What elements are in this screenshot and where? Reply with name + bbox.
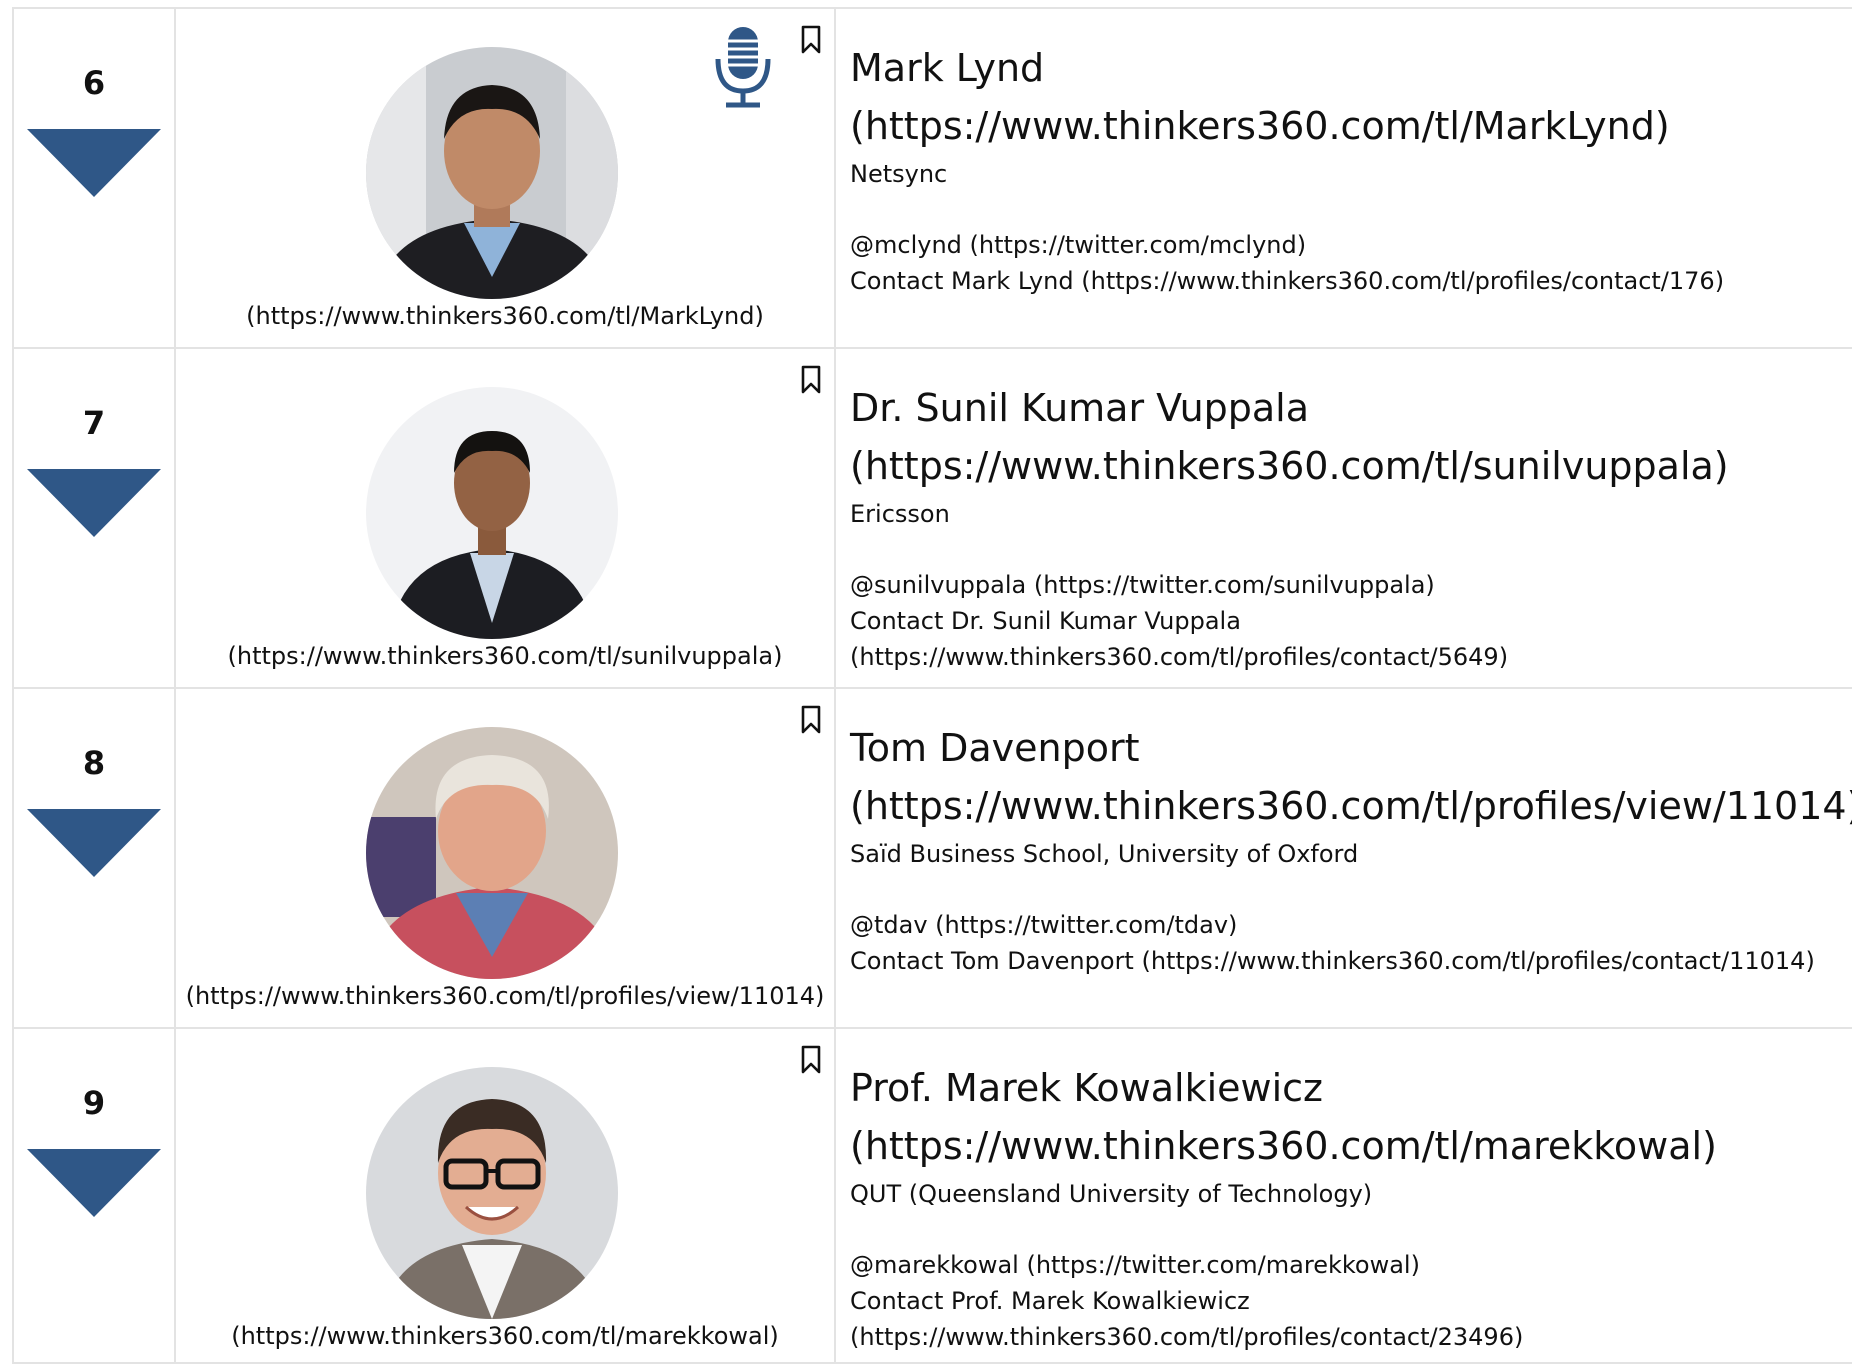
photo-profile-link[interactable]: (https://www.thinkers360.com/tl/marekkow… <box>176 1322 834 1350</box>
rank-down-arrow-icon <box>27 469 161 537</box>
bookmark-icon[interactable] <box>800 25 822 55</box>
profile-url-link[interactable]: (https://www.thinkers360.com/tl/profiles… <box>850 777 1852 835</box>
rank-down-arrow-icon <box>27 129 161 197</box>
profile-url-link[interactable]: (https://www.thinkers360.com/tl/MarkLynd… <box>850 97 1852 155</box>
photo-profile-link[interactable]: (https://www.thinkers360.com/tl/profiles… <box>176 982 834 1010</box>
avatar[interactable] <box>366 727 618 979</box>
bookmark-icon[interactable] <box>800 365 822 395</box>
profile-name-link[interactable]: Prof. Marek Kowalkiewicz <box>850 1059 1852 1117</box>
photo-profile-link[interactable]: (https://www.thinkers360.com/tl/MarkLynd… <box>176 302 834 330</box>
contact-url-link[interactable]: (https://www.thinkers360.com/tl/profiles… <box>850 639 1852 675</box>
info-cell: Dr. Sunil Kumar Vuppala (https://www.thi… <box>836 349 1852 687</box>
avatar[interactable] <box>366 387 618 639</box>
info-cell: Mark Lynd (https://www.thinkers360.com/t… <box>836 9 1852 347</box>
microphone-icon[interactable] <box>712 23 774 109</box>
ranking-row: 9 (https://www.thinkers360.com/tl/marekk… <box>14 1029 1852 1364</box>
ranking-row: 8 (https://www.thinkers360.com/tl/profil… <box>14 689 1852 1029</box>
rank-number: 7 <box>82 404 106 442</box>
photo-profile-link[interactable]: (https://www.thinkers360.com/tl/sunilvup… <box>176 642 834 670</box>
contact-link[interactable]: Contact Tom Davenport (https://www.think… <box>850 943 1852 979</box>
rank-number: 9 <box>82 1084 106 1122</box>
contact-link[interactable]: Contact Mark Lynd (https://www.thinkers3… <box>850 263 1852 299</box>
avatar[interactable] <box>366 1067 618 1319</box>
profile-url-link[interactable]: (https://www.thinkers360.com/tl/sunilvup… <box>850 437 1852 495</box>
photo-cell: (https://www.thinkers360.com/tl/profiles… <box>176 689 836 1027</box>
rank-cell: 8 <box>14 689 176 1027</box>
rank-down-arrow-icon <box>27 1149 161 1217</box>
rank-down-arrow-icon <box>27 809 161 877</box>
twitter-link[interactable]: @tdav (https://twitter.com/tdav) <box>850 907 1852 943</box>
twitter-link[interactable]: @marekkowal (https://twitter.com/marekko… <box>850 1247 1852 1283</box>
company-name: Saïd Business School, University of Oxfo… <box>850 840 1359 868</box>
company-name: QUT (Queensland University of Technology… <box>850 1180 1373 1208</box>
rank-cell: 9 <box>14 1029 176 1362</box>
photo-cell: (https://www.thinkers360.com/tl/sunilvup… <box>176 349 836 687</box>
rank-cell: 6 <box>14 9 176 347</box>
info-cell: Prof. Marek Kowalkiewicz (https://www.th… <box>836 1029 1852 1362</box>
rank-number: 8 <box>82 744 106 782</box>
company-name: Ericsson <box>850 500 950 528</box>
ranking-table: 6 (https://www.thinkers360.com/tl/MarkLy… <box>12 7 1852 1364</box>
contact-link[interactable]: Contact Prof. Marek Kowalkiewicz <box>850 1283 1852 1319</box>
twitter-link[interactable]: @sunilvuppala (https://twitter.com/sunil… <box>850 567 1852 603</box>
bookmark-icon[interactable] <box>800 705 822 735</box>
rank-number: 6 <box>82 64 106 102</box>
ranking-row: 7 (https://www.thinkers360.com/tl/sunilv… <box>14 349 1852 689</box>
profile-name-link[interactable]: Dr. Sunil Kumar Vuppala <box>850 379 1852 437</box>
rank-cell: 7 <box>14 349 176 687</box>
ranking-row: 6 (https://www.thinkers360.com/tl/MarkLy… <box>14 9 1852 349</box>
avatar[interactable] <box>366 47 618 299</box>
profile-name-link[interactable]: Tom Davenport <box>850 719 1852 777</box>
twitter-link[interactable]: @mclynd (https://twitter.com/mclynd) <box>850 227 1852 263</box>
contact-link[interactable]: Contact Dr. Sunil Kumar Vuppala <box>850 603 1852 639</box>
profile-name-link[interactable]: Mark Lynd <box>850 39 1852 97</box>
bookmark-icon[interactable] <box>800 1045 822 1075</box>
contact-url-link[interactable]: (https://www.thinkers360.com/tl/profiles… <box>850 1319 1852 1355</box>
profile-url-link[interactable]: (https://www.thinkers360.com/tl/marekkow… <box>850 1117 1852 1175</box>
photo-cell: (https://www.thinkers360.com/tl/marekkow… <box>176 1029 836 1362</box>
info-cell: Tom Davenport (https://www.thinkers360.c… <box>836 689 1852 1027</box>
photo-cell: (https://www.thinkers360.com/tl/MarkLynd… <box>176 9 836 347</box>
company-name: Netsync <box>850 160 948 188</box>
